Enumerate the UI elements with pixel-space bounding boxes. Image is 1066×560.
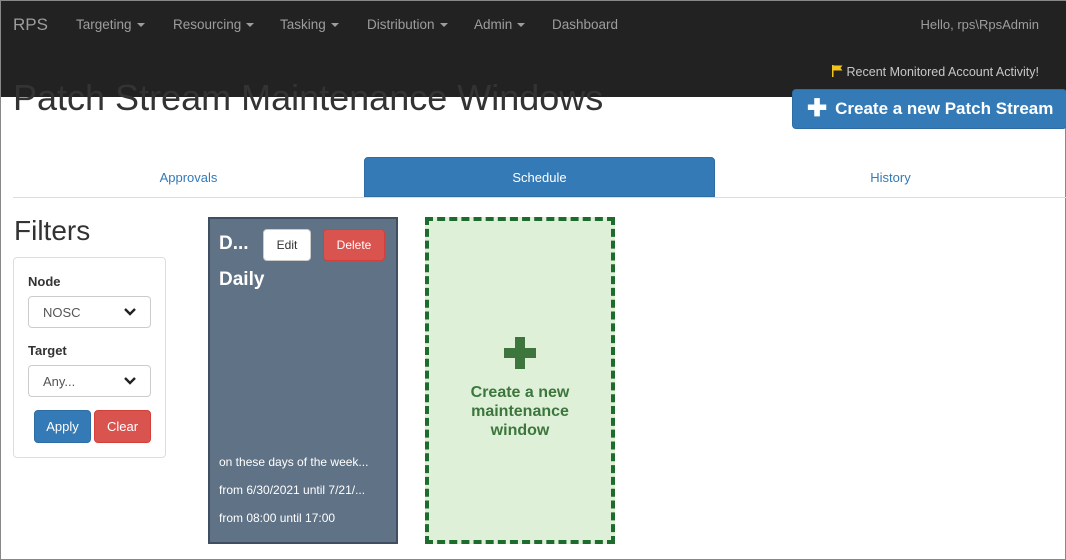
nav-resourcing[interactable]: Resourcing bbox=[173, 17, 255, 32]
user-greeting[interactable]: Hello, rps\RpsAdmin bbox=[921, 17, 1040, 32]
nav-dashboard[interactable]: Dashboard bbox=[552, 17, 618, 32]
create-patch-stream-button[interactable]: ✚ Create a new Patch Stream bbox=[792, 89, 1066, 129]
page-title: Patch Stream Maintenance Windows bbox=[13, 77, 604, 118]
chevron-down-icon bbox=[124, 377, 136, 385]
window-days: on these days of the week... bbox=[219, 455, 369, 469]
nav-distribution-label: Distribution bbox=[367, 17, 435, 32]
target-select-value: Any... bbox=[43, 373, 76, 389]
create-maintenance-window-label: Create a new maintenance window bbox=[470, 384, 570, 440]
window-frequency: Daily bbox=[219, 269, 265, 290]
nav-dashboard-label: Dashboard bbox=[552, 17, 619, 32]
node-select[interactable]: NOSC bbox=[28, 296, 151, 328]
caret-down-icon bbox=[517, 23, 526, 27]
plus-icon bbox=[504, 337, 536, 369]
clear-button[interactable]: Clear bbox=[94, 410, 151, 443]
maintenance-window-card: D... Edit Delete Daily on these days of … bbox=[208, 217, 398, 544]
plus-icon: ✚ bbox=[807, 95, 828, 122]
window-time-range: from 08:00 until 17:00 bbox=[219, 511, 336, 525]
node-select-value: NOSC bbox=[43, 304, 81, 320]
delete-button[interactable]: Delete bbox=[323, 229, 385, 261]
recent-activity-link[interactable]: Recent Monitored Account Activity! bbox=[831, 65, 1039, 79]
target-select[interactable]: Any... bbox=[28, 365, 151, 397]
caret-down-icon bbox=[246, 23, 255, 27]
recent-activity-label: Recent Monitored Account Activity! bbox=[846, 65, 1039, 79]
nav-targeting[interactable]: Targeting bbox=[76, 17, 145, 32]
chevron-down-icon bbox=[124, 308, 136, 316]
nav-distribution[interactable]: Distribution bbox=[367, 17, 448, 32]
filters-panel: Node NOSC Target Any... Apply Clear bbox=[13, 257, 166, 458]
create-patch-stream-label: Create a new Patch Stream bbox=[835, 99, 1054, 118]
caret-down-icon bbox=[330, 23, 339, 27]
window-date-range: from 6/30/2021 until 7/21/... bbox=[219, 483, 366, 497]
edit-button[interactable]: Edit bbox=[263, 229, 311, 261]
window-name: D... bbox=[219, 233, 249, 254]
brand-link[interactable]: RPS bbox=[13, 15, 48, 35]
caret-down-icon bbox=[136, 23, 145, 27]
tab-history[interactable]: History bbox=[715, 157, 1066, 197]
nav-admin-label: Admin bbox=[474, 17, 513, 32]
nav-admin[interactable]: Admin bbox=[474, 17, 526, 32]
nav-tasking[interactable]: Tasking bbox=[280, 17, 339, 32]
nav-tasking-label: Tasking bbox=[280, 17, 326, 32]
tab-approvals[interactable]: Approvals bbox=[13, 157, 364, 197]
flag-icon bbox=[831, 65, 843, 77]
apply-button[interactable]: Apply bbox=[34, 410, 91, 443]
nav-targeting-label: Targeting bbox=[76, 17, 132, 32]
create-maintenance-window-card[interactable]: Create a new maintenance window bbox=[425, 217, 615, 544]
target-label: Target bbox=[28, 343, 67, 358]
tab-bar: Approvals Schedule History bbox=[13, 157, 1066, 198]
tab-schedule[interactable]: Schedule bbox=[364, 157, 715, 197]
node-label: Node bbox=[28, 274, 61, 289]
caret-down-icon bbox=[439, 23, 448, 27]
filters-heading: Filters bbox=[14, 215, 91, 246]
nav-resourcing-label: Resourcing bbox=[173, 17, 242, 32]
